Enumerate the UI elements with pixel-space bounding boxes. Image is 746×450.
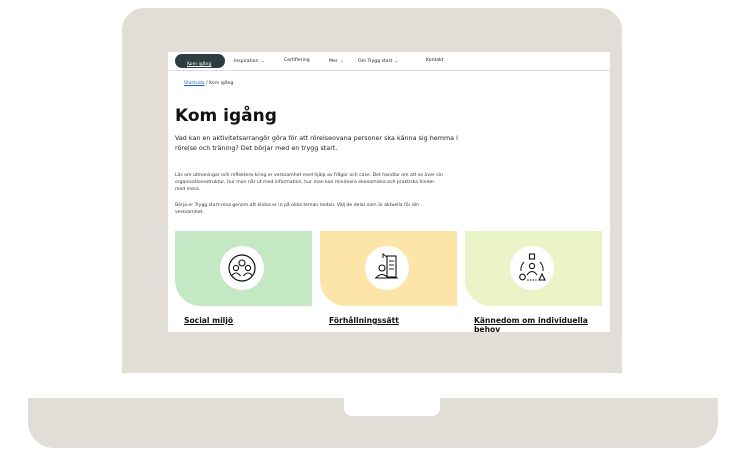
card-title[interactable]: Kännedom om individuella behov xyxy=(474,316,599,332)
nav-item-mer[interactable]: Mer ⌄ xyxy=(329,58,344,64)
intro-paragraph: Läs om utmaningar och reflektera kring e… xyxy=(175,173,443,192)
nav-item-label: Kontakt xyxy=(426,58,444,63)
chevron-down-icon: ⌄ xyxy=(340,58,344,63)
nav-item-inspiration[interactable]: Inspiration ⌄ xyxy=(234,58,264,64)
card-forhallningssatt[interactable]: Förhållningssätt xyxy=(320,231,457,332)
chevron-down-icon: ⌄ xyxy=(260,58,265,63)
breadcrumb-home-link[interactable]: Startsida xyxy=(184,81,205,86)
card-banner xyxy=(320,231,457,306)
laptop-notch xyxy=(344,398,440,416)
main-navigation: Kom igång ⌄ Inspiration ⌄ Certifiering M… xyxy=(168,52,610,71)
nav-item-om-trygg-start[interactable]: Om Trygg start ⌄ xyxy=(358,58,398,64)
nav-item-label: Om Trygg start xyxy=(358,59,393,64)
page-title: Kom igång xyxy=(175,106,277,126)
instruction-paragraph: Börja er Trygg start-resa genom att klic… xyxy=(175,203,419,215)
presentation-icon xyxy=(365,246,409,290)
breadcrumb-current: Kom igång xyxy=(209,81,234,86)
chevron-down-icon: ⌄ xyxy=(394,58,399,63)
breadcrumb: Startsida / Kom igång xyxy=(184,81,233,86)
card-kannedom-om-individuella-behov[interactable]: Kännedom om individuella behov xyxy=(465,231,602,332)
card-banner xyxy=(175,231,312,306)
nav-item-label: Certifiering xyxy=(284,58,310,63)
chevron-down-icon: ⌄ xyxy=(188,62,192,67)
nav-item-label: Inspiration xyxy=(234,59,259,64)
lead-paragraph: Vad kan en aktivitetsarrangör göra för a… xyxy=(175,134,458,152)
person-shapes-icon xyxy=(510,246,554,290)
card-title[interactable]: Förhållningssätt xyxy=(329,316,454,326)
card-social-miljo[interactable]: Social miljö xyxy=(175,231,312,332)
nav-item-kom-igang[interactable]: Kom igång ⌄ xyxy=(175,54,225,68)
card-banner xyxy=(465,231,602,306)
nav-item-label: Mer xyxy=(329,59,338,64)
nav-item-certifiering[interactable]: Certifiering xyxy=(284,58,310,63)
group-icon xyxy=(220,246,264,290)
nav-item-kontakt[interactable]: Kontakt xyxy=(426,58,444,63)
browser-screen: Kom igång ⌄ Inspiration ⌄ Certifiering M… xyxy=(168,52,610,332)
card-title[interactable]: Social miljö xyxy=(184,316,309,326)
